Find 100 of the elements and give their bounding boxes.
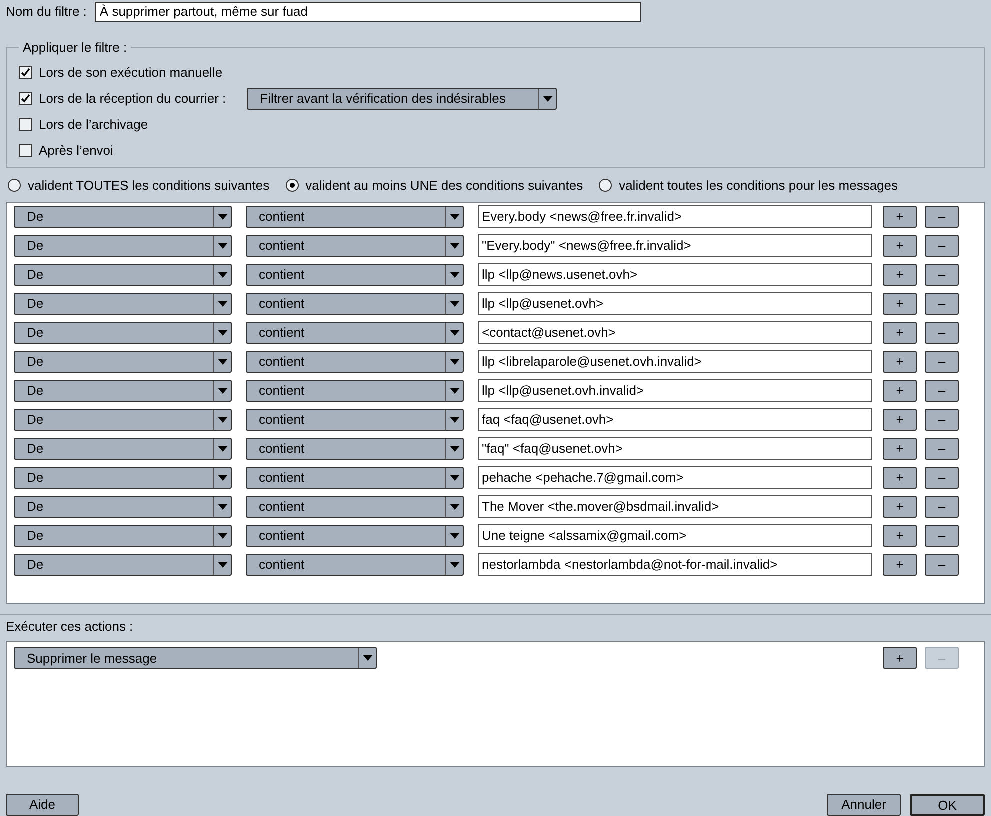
caret-icon [218, 562, 228, 568]
caret-icon [450, 214, 460, 220]
operator-dropdown[interactable]: contient [246, 408, 464, 431]
caret-icon [218, 532, 228, 539]
filter-name-label: Nom du filtre : [6, 3, 87, 22]
operator-dropdown[interactable]: contient [246, 524, 464, 547]
field-dropdown[interactable]: De [14, 350, 232, 373]
add-button[interactable]: + [883, 647, 917, 670]
field-dropdown[interactable]: De [14, 524, 232, 547]
remove-button[interactable]: – [925, 206, 959, 228]
caret-icon [362, 655, 372, 662]
checkbox-label: Lors de son exécution manuelle [39, 64, 223, 82]
caret-icon [450, 272, 460, 278]
actions-label: Exécuter ces actions : [5, 619, 134, 636]
operator-dropdown[interactable]: contient [246, 496, 464, 518]
caret-icon [450, 416, 460, 423]
field-dropdown[interactable]: De [14, 292, 232, 315]
field-dropdown[interactable]: De [14, 554, 232, 576]
field-dropdown[interactable]: De [14, 438, 232, 460]
checkbox[interactable] [19, 144, 32, 157]
operator-dropdown[interactable]: contient [246, 438, 464, 460]
operator-dropdown[interactable]: contient [246, 234, 464, 257]
radio-button[interactable] [8, 179, 21, 192]
operator-dropdown[interactable]: contient [246, 292, 464, 315]
caret-icon [450, 562, 460, 568]
remove-button[interactable]: – [925, 264, 959, 286]
condition-value-field[interactable]: llp <llp@usenet.ovh.invalid> [478, 379, 872, 402]
caret-icon [218, 214, 228, 220]
remove-button[interactable]: – [925, 408, 959, 431]
field-dropdown[interactable]: De [14, 234, 232, 257]
caret-icon [450, 358, 460, 365]
operator-dropdown[interactable]: contient [246, 554, 464, 576]
add-button[interactable]: + [883, 380, 917, 402]
add-button[interactable]: + [883, 234, 917, 257]
condition-value-field[interactable]: pehache <pehache.7@gmail.com> [478, 466, 872, 490]
checkbox-label: Lors de la réception du courrier : [39, 90, 226, 108]
add-button[interactable]: + [883, 438, 917, 460]
field-dropdown[interactable]: De [14, 264, 232, 286]
add-button[interactable]: + [883, 524, 917, 547]
operator-dropdown[interactable]: contient [246, 264, 464, 286]
add-button[interactable]: + [883, 350, 917, 373]
add-button[interactable]: + [883, 554, 917, 576]
condition-value-field[interactable]: nestorlambda <nestorlambda@not-for-mail.invalid> [478, 553, 872, 576]
remove-button[interactable]: – [925, 350, 959, 373]
field-dropdown[interactable]: De [14, 496, 232, 518]
ok-button[interactable]: OK [910, 794, 985, 816]
field-dropdown[interactable]: De [14, 206, 232, 228]
action-dropdown[interactable]: Supprimer le message [14, 647, 377, 670]
operator-dropdown[interactable]: contient [246, 350, 464, 373]
condition-value-field[interactable]: llp <llp@news.usenet.ovh> [478, 263, 872, 286]
help-button[interactable]: Aide [6, 794, 79, 816]
operator-dropdown[interactable]: contient [246, 380, 464, 402]
condition-value-field[interactable]: Une teigne <alssamix@gmail.com> [478, 524, 872, 548]
add-button[interactable]: + [883, 206, 917, 228]
remove-button[interactable]: – [925, 438, 959, 460]
checkbox-label: Après l’envoi [39, 142, 114, 160]
filter-timing-dropdown[interactable]: Filtrer avant la vérification des indésirables [247, 88, 558, 110]
caret-icon [218, 504, 228, 510]
operator-dropdown[interactable]: contient [246, 322, 464, 344]
condition-value-field[interactable]: The Mover <the.mover@bsdmail.invalid> [478, 495, 872, 518]
condition-value-field[interactable]: <contact@usenet.ovh> [478, 321, 872, 344]
condition-value-field[interactable]: faq <faq@usenet.ovh> [478, 408, 872, 432]
remove-button[interactable]: – [925, 554, 959, 576]
caret-icon [218, 446, 228, 452]
caret-icon [218, 330, 228, 336]
condition-value-field[interactable]: "Every.body" <news@free.fr.invalid> [478, 234, 872, 258]
field-dropdown[interactable]: De [14, 466, 232, 489]
field-dropdown[interactable]: De [14, 322, 232, 344]
field-dropdown[interactable]: De [14, 408, 232, 431]
radio-button[interactable] [286, 179, 299, 192]
add-button[interactable]: + [883, 292, 917, 315]
condition-value-field[interactable]: llp <llp@usenet.ovh> [478, 292, 872, 316]
operator-dropdown[interactable]: contient [246, 466, 464, 489]
add-button[interactable]: + [883, 496, 917, 518]
field-dropdown[interactable]: De [14, 380, 232, 402]
cancel-button[interactable]: Annuler [827, 794, 901, 816]
condition-value-field[interactable]: "faq" <faq@usenet.ovh> [478, 437, 872, 460]
caret-icon [450, 504, 460, 510]
remove-button[interactable]: – [925, 380, 959, 402]
add-button[interactable]: + [883, 322, 917, 344]
condition-value-field[interactable]: Every.body <news@free.fr.invalid> [478, 205, 872, 228]
remove-button[interactable]: – [925, 496, 959, 518]
add-button[interactable]: + [883, 466, 917, 489]
remove-button[interactable]: – [925, 292, 959, 315]
radio-label: valident au moins UNE des conditions suivantes [306, 176, 584, 195]
radio-button[interactable] [599, 179, 612, 192]
condition-value-field[interactable]: llp <librelaparole@usenet.ovh.invalid> [478, 350, 872, 374]
checkbox[interactable] [19, 66, 32, 79]
remove-button[interactable]: – [925, 234, 959, 257]
remove-button[interactable]: – [925, 322, 959, 344]
operator-dropdown[interactable]: contient [246, 206, 464, 228]
add-button[interactable]: + [883, 408, 917, 431]
caret-icon [218, 300, 228, 307]
checkbox[interactable] [19, 92, 32, 105]
remove-button[interactable]: – [925, 524, 959, 547]
radio-label: valident toutes les conditions pour les messages [619, 176, 898, 195]
add-button[interactable]: + [883, 264, 917, 286]
remove-button[interactable]: – [925, 466, 959, 489]
checkbox[interactable] [19, 118, 32, 131]
filter-name-field[interactable]: À supprimer partout, même sur fuad [94, 2, 641, 22]
